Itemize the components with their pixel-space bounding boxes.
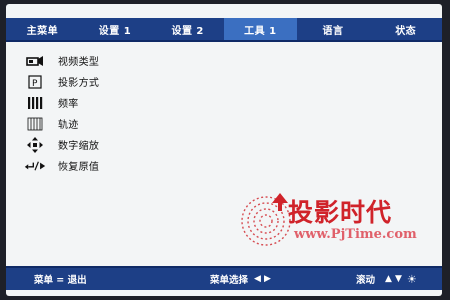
tab-settings-2[interactable]: 设置 2	[151, 18, 224, 40]
down-arrow-icon: ▼	[394, 274, 402, 284]
menu-item-label: 数字缩放	[58, 141, 100, 152]
menu-item-label: 恢复原值	[58, 162, 100, 173]
footer-scroll-label: 滚动	[356, 275, 376, 286]
menu-item-label: 投影方式	[58, 78, 100, 89]
footer-scroll-hint: 滚动 ▲ ▼ ☀	[356, 268, 417, 290]
watermark-logo-icon	[241, 193, 291, 246]
footer-select-label: 菜单选择	[210, 275, 249, 286]
projector-icon	[24, 53, 46, 69]
footer-select-hint: 菜单选择 ◀ ▶	[210, 268, 271, 290]
menu-item-video-type[interactable]: 视频类型	[24, 50, 99, 71]
tab-language[interactable]: 语言	[297, 18, 370, 40]
menu-item-label: 频率	[58, 99, 79, 110]
menu-item-projection-mode[interactable]: P 投影方式	[24, 71, 99, 92]
tab-tools-1[interactable]: 工具 1	[224, 18, 297, 40]
adjust-icon: ☀	[406, 272, 417, 286]
menu-item-frequency[interactable]: 频率	[24, 92, 99, 113]
footer-exit-label: 菜单 = 退出	[34, 275, 87, 286]
reset-icon	[24, 158, 46, 174]
osd-screen: 主菜单 设置 1 设置 2 工具 1 语言 状态 视频类型 P 投影方式 频率 …	[6, 4, 442, 296]
projection-mode-icon: P	[24, 74, 46, 90]
watermark-url: www.PjTime.com	[294, 227, 417, 242]
menu-item-reset[interactable]: 恢复原值	[24, 155, 99, 176]
footer-exit-hint: 菜单 = 退出	[34, 268, 87, 290]
watermark: 投影时代 www.PjTime.com	[238, 191, 438, 251]
tab-settings-1[interactable]: 设置 1	[79, 18, 152, 40]
up-arrow-icon: ▲	[385, 274, 392, 284]
menu-item-label: 轨迹	[58, 120, 79, 131]
digital-zoom-icon	[24, 136, 46, 153]
left-arrow-icon: ◀	[254, 274, 261, 284]
svg-text:P: P	[32, 79, 38, 89]
tab-status[interactable]: 状态	[369, 18, 442, 40]
tab-main-menu[interactable]: 主菜单	[6, 18, 79, 40]
menu-item-label: 视频类型	[58, 57, 100, 68]
right-arrow-icon: ▶	[263, 274, 271, 284]
tab-bar: 主菜单 设置 1 设置 2 工具 1 语言 状态	[6, 18, 442, 42]
tracking-icon	[24, 116, 46, 132]
menu-item-digital-zoom[interactable]: 数字缩放	[24, 134, 99, 155]
watermark-name: 投影时代	[288, 198, 393, 227]
footer-bar: 菜单 = 退出 菜单选择 ◀ ▶ 滚动 ▲ ▼ ☀	[6, 266, 442, 290]
tools-menu-list: 视频类型 P 投影方式 频率 轨迹 数字缩放 恢复原值	[24, 50, 99, 176]
menu-item-tracking[interactable]: 轨迹	[24, 113, 99, 134]
frequency-icon	[24, 95, 46, 111]
